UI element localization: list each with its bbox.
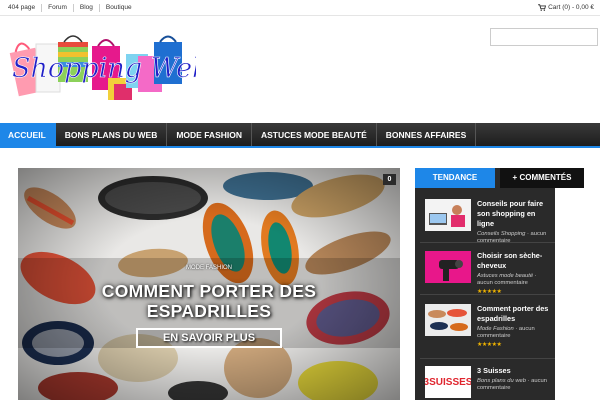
logo-text: Shopping Web	[12, 53, 196, 84]
nav-item-accueil[interactable]: ACCUEIL	[0, 123, 56, 146]
divider	[420, 294, 555, 295]
main-nav: ACCUEIL BONS PLANS DU WEB MODE FASHION A…	[0, 123, 600, 148]
cart-label: Cart (0) - 0,00 €	[548, 4, 594, 11]
post-category[interactable]: Bons plans du web	[477, 378, 526, 384]
top-link-boutique[interactable]: Boutique	[100, 4, 138, 12]
post-category[interactable]: Astuces mode beauté	[477, 273, 533, 279]
featured-post-category[interactable]: MODE FASHION	[18, 265, 400, 271]
post-meta: Bons plans du web · aucun commentaire	[477, 378, 547, 391]
top-bar: 404 page Forum Blog Boutique Cart (0) - …	[0, 0, 600, 16]
tab-plus-commentes[interactable]: + COMMENTÉS	[500, 168, 584, 188]
post-title[interactable]: Conseils pour faire son shopping en lign…	[477, 199, 551, 229]
list-item[interactable]: 3SUISSES 3 Suisses Bons plans du web · a…	[425, 366, 551, 398]
post-category[interactable]: Mode Fashion	[477, 326, 514, 332]
read-more-button[interactable]: EN SAVOIR PLUS	[136, 328, 282, 348]
post-meta: Mode Fashion · aucun commentaire	[477, 326, 535, 339]
nav-item-mode-fashion[interactable]: MODE FASHION	[167, 123, 252, 146]
post-thumbnail	[425, 251, 471, 283]
site-logo[interactable]: Shopping Web	[6, 32, 196, 104]
widget-tabs: TENDANCE + COMMENTÉS	[415, 168, 584, 188]
post-thumbnail	[425, 304, 471, 336]
search-input[interactable]	[490, 28, 598, 46]
top-link-blog[interactable]: Blog	[74, 4, 100, 12]
top-links: 404 page Forum Blog Boutique	[8, 4, 138, 12]
nav-item-bonnes-affaires[interactable]: BONNES AFFAIRES	[377, 123, 477, 146]
comment-count-badge: 0	[383, 174, 396, 185]
nav-item-astuces-beaute[interactable]: ASTUCES MODE BEAUTÉ	[252, 123, 377, 146]
post-title[interactable]: 3 Suisses	[477, 366, 551, 376]
divider	[420, 358, 555, 359]
top-link-404[interactable]: 404 page	[8, 4, 43, 12]
post-thumbnail	[425, 199, 471, 231]
rating-stars-icon: ★★★★★	[477, 342, 502, 348]
post-title[interactable]: Comment porter des espadrilles	[477, 304, 551, 324]
list-item[interactable]: Choisir son sèche-cheveux Astuces mode b…	[425, 251, 551, 295]
featured-post-title-line-1: COMMENT PORTER DES	[101, 281, 317, 301]
cart-icon	[538, 4, 547, 11]
post-category[interactable]: Conseils Shopping	[477, 231, 525, 237]
post-title[interactable]: Choisir son sèche-cheveux	[477, 251, 551, 271]
post-meta: Astuces mode beauté · aucun commentaire	[477, 273, 537, 286]
nav-item-bons-plans[interactable]: BONS PLANS DU WEB	[56, 123, 168, 146]
cart-link[interactable]: Cart (0) - 0,00 €	[538, 4, 594, 11]
divider	[420, 242, 555, 243]
featured-post-title[interactable]: COMMENT PORTER DES ESPADRILLES	[18, 281, 400, 321]
post-comments: aucun commentaire	[477, 280, 528, 286]
list-item[interactable]: Comment porter des espadrilles Mode Fash…	[425, 304, 551, 348]
tab-tendance[interactable]: TENDANCE	[415, 168, 495, 188]
featured-post-title-line-2: ESPADRILLES	[146, 301, 272, 321]
top-link-forum[interactable]: Forum	[42, 4, 74, 12]
post-thumbnail: 3SUISSES	[425, 366, 471, 398]
thumbnail-brand-text: 3SUISSES	[425, 376, 471, 388]
list-item[interactable]: Conseils pour faire son shopping en lign…	[425, 199, 551, 245]
